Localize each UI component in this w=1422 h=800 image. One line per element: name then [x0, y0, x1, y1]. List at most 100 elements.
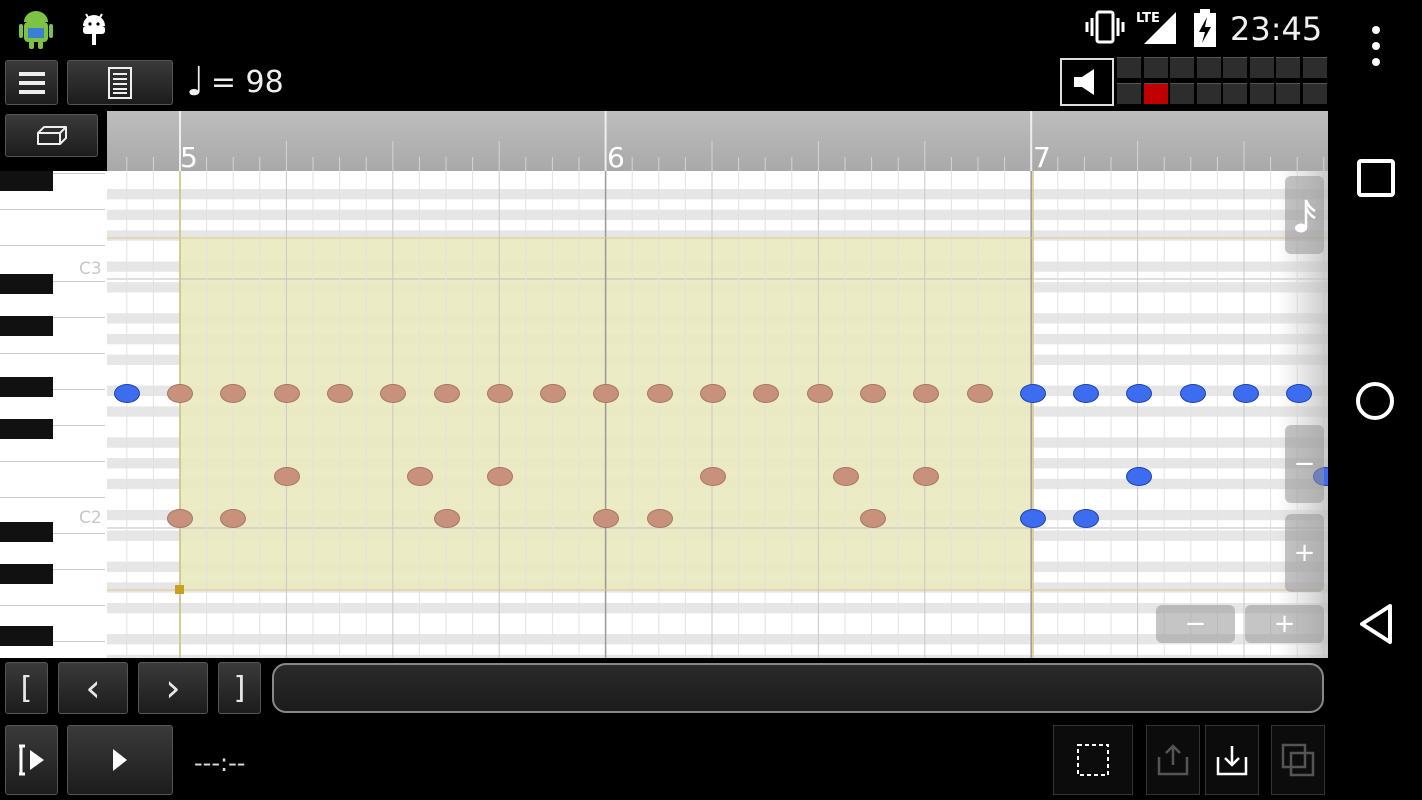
eraser-icon — [36, 125, 67, 145]
note[interactable] — [1233, 383, 1259, 403]
note[interactable] — [113, 383, 140, 403]
menu-button[interactable] — [5, 60, 58, 105]
black-key[interactable] — [0, 316, 53, 336]
note[interactable] — [220, 383, 247, 403]
vertical-zoom-in-button[interactable]: + — [1285, 514, 1324, 592]
note[interactable] — [1126, 466, 1153, 486]
black-key[interactable] — [0, 171, 53, 191]
export-button[interactable] — [1146, 725, 1200, 795]
meter-cell — [1302, 57, 1327, 78]
note[interactable] — [1286, 383, 1313, 403]
skip-to-start-icon — [18, 744, 44, 776]
black-key[interactable] — [0, 419, 53, 439]
note[interactable] — [700, 466, 726, 486]
note[interactable] — [913, 383, 940, 403]
rewind-to-start-button[interactable] — [5, 725, 58, 795]
mute-button[interactable] — [1060, 58, 1114, 106]
meter-cell — [1143, 57, 1168, 78]
svg-text:LTE: LTE — [1136, 11, 1160, 26]
note[interactable] — [167, 383, 193, 403]
download-icon — [1216, 746, 1248, 776]
home-icon[interactable] — [1354, 380, 1396, 422]
overflow-menu-icon[interactable] — [1366, 24, 1386, 68]
back-icon[interactable] — [1356, 602, 1396, 646]
note[interactable] — [433, 383, 460, 403]
note[interactable] — [1019, 508, 1046, 528]
note[interactable] — [433, 508, 460, 528]
note[interactable] — [966, 383, 993, 403]
note[interactable] — [1019, 383, 1046, 403]
vertical-zoom-out-button[interactable]: − — [1285, 425, 1324, 503]
battery-charging-icon — [1194, 9, 1216, 47]
time-display: ---:-- — [194, 749, 246, 777]
meter-cell — [1196, 57, 1221, 78]
copy-icon — [1281, 743, 1315, 777]
note[interactable] — [406, 466, 433, 486]
black-key[interactable] — [0, 274, 53, 294]
share-icon — [1157, 744, 1189, 776]
status-bar: LTE 23:45 — [0, 0, 1422, 56]
note[interactable] — [1073, 383, 1100, 403]
loop-end-button[interactable]: ] — [218, 662, 261, 714]
select-region-button[interactable] — [1053, 725, 1133, 795]
note[interactable] — [646, 383, 673, 403]
meter-cell — [1276, 83, 1300, 104]
bar-number: 7 — [1033, 141, 1051, 171]
note[interactable] — [593, 383, 620, 403]
note[interactable] — [833, 466, 860, 486]
import-button[interactable] — [1205, 725, 1259, 795]
notes-layer[interactable] — [107, 171, 1328, 658]
meter-cell — [1117, 57, 1141, 78]
note[interactable] — [326, 383, 353, 403]
note[interactable] — [646, 508, 673, 528]
meter-cell — [1223, 83, 1247, 104]
white-key[interactable] — [0, 210, 105, 246]
note[interactable] — [859, 383, 886, 403]
tempo-value: = 98 — [210, 64, 284, 100]
document-button[interactable] — [67, 60, 173, 105]
note[interactable] — [273, 466, 300, 486]
keyboard-toggle-button[interactable] — [5, 114, 98, 157]
note[interactable] — [486, 466, 513, 486]
note[interactable] — [700, 383, 726, 403]
note[interactable] — [273, 383, 300, 403]
black-key[interactable] — [0, 522, 53, 542]
horizontal-zoom-in-button[interactable]: + — [1245, 605, 1324, 643]
note[interactable] — [1073, 508, 1100, 528]
bar-number: 5 — [180, 141, 198, 171]
black-key[interactable] — [0, 377, 53, 397]
play-button[interactable] — [67, 725, 173, 795]
meter-cell — [1302, 83, 1327, 104]
note[interactable] — [167, 508, 193, 528]
note[interactable] — [1179, 383, 1206, 403]
piano-roll-grid[interactable] — [107, 171, 1328, 658]
loop-start-button[interactable]: [ — [5, 662, 48, 714]
note[interactable] — [593, 508, 620, 528]
navigation-bar — [1328, 0, 1422, 800]
note[interactable] — [540, 383, 567, 403]
previous-button[interactable]: ‹ — [58, 662, 128, 714]
black-key[interactable] — [0, 564, 53, 584]
next-button[interactable]: › — [138, 662, 208, 714]
black-key[interactable] — [0, 626, 53, 646]
note[interactable] — [753, 383, 780, 403]
copy-button[interactable] — [1271, 725, 1325, 795]
note[interactable] — [1126, 383, 1153, 403]
note-length-button[interactable] — [1285, 176, 1324, 254]
measure-ruler[interactable]: 5 6 7 — [107, 111, 1328, 171]
note[interactable] — [486, 383, 513, 403]
meter-cell — [1117, 83, 1141, 104]
speaker-icon — [1074, 69, 1094, 95]
note[interactable] — [220, 508, 247, 528]
horizontal-zoom-out-button[interactable]: − — [1156, 605, 1235, 643]
note[interactable] — [380, 383, 407, 403]
position-scrollbar[interactable] — [272, 663, 1324, 713]
note[interactable] — [806, 383, 833, 403]
white-key[interactable] — [0, 462, 105, 498]
note[interactable] — [859, 508, 886, 528]
recents-icon[interactable] — [1356, 158, 1396, 198]
lte-signal-icon: LTE — [1136, 11, 1176, 44]
tempo-display[interactable]: ♩ = 98 — [186, 62, 284, 102]
note[interactable] — [913, 466, 940, 486]
piano-keyboard[interactable]: C3 C2 — [0, 171, 107, 658]
